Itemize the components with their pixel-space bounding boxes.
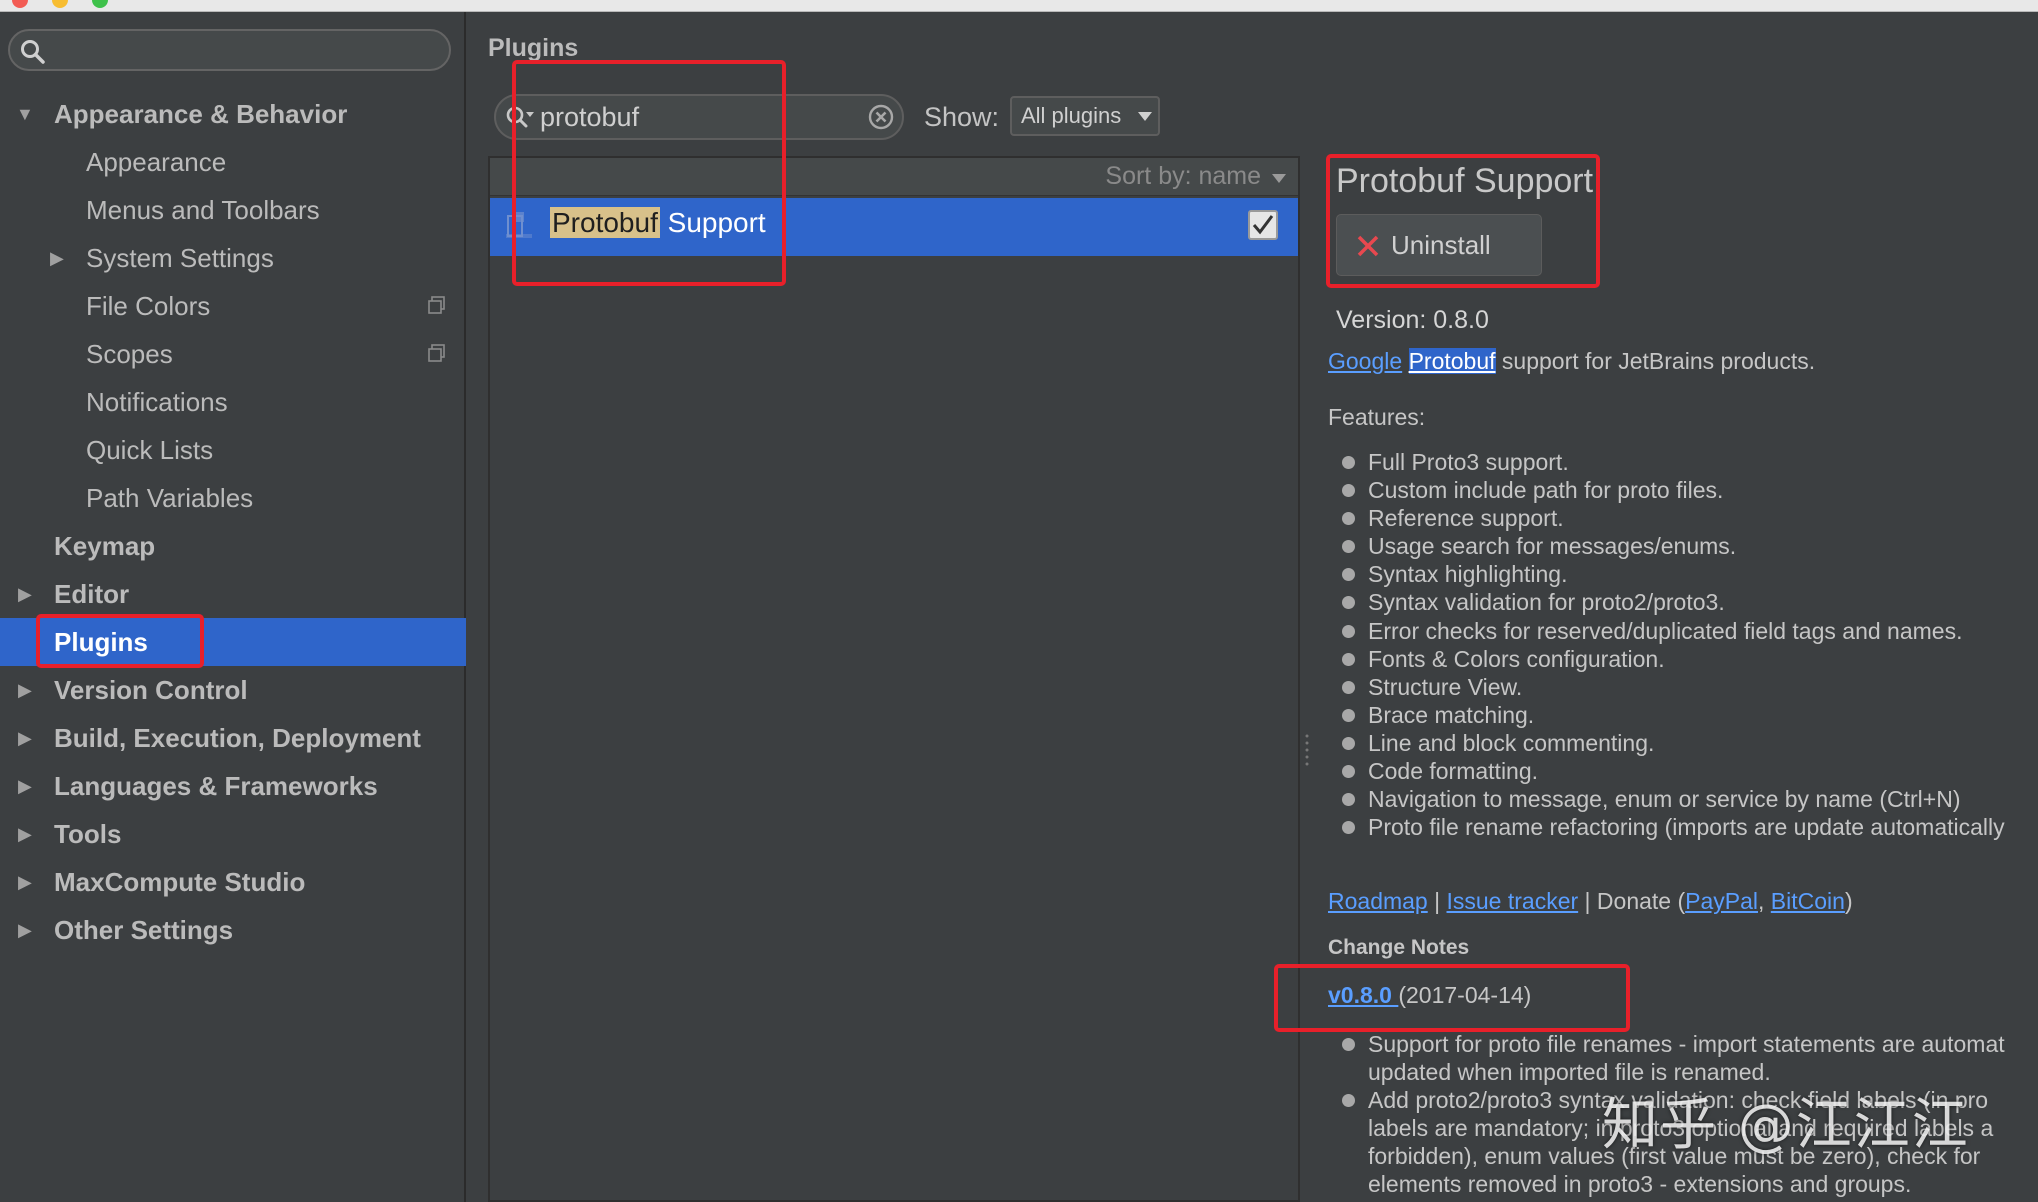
window-titlebar (0, 0, 2038, 12)
list-item: Code formatting. (1342, 757, 2038, 785)
list-item: Fonts & Colors configuration. (1342, 645, 2038, 673)
tree-item-notifications[interactable]: Notifications (0, 378, 466, 426)
show-filter-value: All plugins (1021, 103, 1122, 128)
chevron-down-icon[interactable]: ▼ (16, 90, 34, 138)
zoom-window-button[interactable] (92, 0, 108, 8)
chevron-right-icon[interactable]: ▶ (18, 570, 32, 618)
show-filter-select[interactable]: All plugins (1010, 96, 1160, 136)
settings-search-input[interactable] (8, 29, 451, 71)
tree-item-tools[interactable]: ▶ Tools (0, 810, 466, 858)
google-link[interactable]: Google (1328, 348, 1402, 374)
project-scope-icon (428, 344, 445, 362)
list-item: Syntax validation for proto2/proto3. (1342, 588, 2038, 616)
chevron-right-icon[interactable]: ▶ (18, 666, 32, 714)
settings-sidebar: ▼ Appearance & Behavior Appearance Menus… (0, 12, 466, 1202)
watermark-text: 知乎 @江江江 (1602, 1093, 1970, 1158)
tree-item-menus-toolbars[interactable]: Menus and Toolbars (0, 186, 466, 234)
protobuf-link[interactable]: Protobuf (1408, 348, 1496, 374)
tree-item-build-execution-deployment[interactable]: ▶ Build, Execution, Deployment (0, 714, 466, 762)
plugin-description: Google Protobuf support for JetBrains pr… (1328, 348, 1816, 374)
close-window-button[interactable] (12, 0, 28, 8)
plugin-version: Version: 0.8.0 (1336, 306, 1489, 334)
tree-item-quick-lists[interactable]: Quick Lists (0, 426, 466, 474)
tree-item-version-control[interactable]: ▶ Version Control (0, 666, 466, 714)
list-item: Usage search for messages/enums. (1342, 532, 2038, 560)
tree-item-appearance-behavior[interactable]: ▼ Appearance & Behavior (0, 90, 466, 138)
list-item: Error checks for reserved/duplicated fie… (1342, 617, 2038, 645)
plugin-enabled-checkbox[interactable] (1248, 210, 1278, 240)
list-item: Line and block commenting. (1342, 729, 2038, 757)
project-scope-icon (428, 296, 445, 314)
features-list: Full Proto3 support. Custom include path… (1342, 448, 2038, 841)
chevron-right-icon[interactable]: ▶ (18, 762, 32, 810)
tree-item-appearance[interactable]: Appearance (0, 138, 466, 186)
list-item: Support for proto file renames - import … (1342, 1030, 2038, 1086)
annotation-box-uninstall (1326, 154, 1600, 288)
chevron-down-icon (1272, 174, 1286, 183)
annotation-box-plugins (36, 614, 204, 668)
tree-item-path-variables[interactable]: Path Variables (0, 474, 466, 522)
bitcoin-link[interactable]: BitCoin (1771, 888, 1845, 914)
page-title: Plugins (488, 34, 579, 62)
list-item: Structure View. (1342, 673, 2038, 701)
plugin-links: Roadmap | Issue tracker | Donate (PayPal… (1328, 888, 1853, 914)
list-item: Syntax highlighting. (1342, 560, 2038, 588)
list-item: Navigation to message, enum or service b… (1342, 785, 2038, 813)
chevron-right-icon[interactable]: ▶ (18, 906, 32, 954)
tree-item-keymap[interactable]: Keymap (0, 522, 466, 570)
tree-item-other-settings[interactable]: ▶ Other Settings (0, 906, 466, 954)
annotation-box-search (512, 60, 786, 286)
sort-dropdown[interactable]: Sort by: name (1105, 162, 1286, 191)
tree-item-scopes[interactable]: Scopes (0, 330, 466, 378)
list-item: Full Proto3 support. (1342, 448, 2038, 476)
list-item: Reference support. (1342, 504, 2038, 532)
issue-tracker-link[interactable]: Issue tracker (1447, 888, 1579, 914)
roadmap-link[interactable]: Roadmap (1328, 888, 1428, 914)
panel-splitter-handle[interactable] (1304, 732, 1310, 768)
plugin-detail-panel: Protobuf Support Uninstall Version: 0.8.… (1326, 156, 2038, 1202)
list-item: Brace matching. (1342, 701, 2038, 729)
tree-item-file-colors[interactable]: File Colors (0, 282, 466, 330)
tree-item-languages-frameworks[interactable]: ▶ Languages & Frameworks (0, 762, 466, 810)
chevron-right-icon[interactable]: ▶ (18, 810, 32, 858)
plugin-list: Sort by: name Protobuf Support (488, 156, 1300, 1202)
clear-search-icon[interactable] (868, 104, 894, 130)
tree-item-maxcompute-studio[interactable]: ▶ MaxCompute Studio (0, 858, 466, 906)
paypal-link[interactable]: PayPal (1685, 888, 1758, 914)
search-icon (21, 40, 45, 64)
list-item: Proto file rename refactoring (imports a… (1342, 813, 2038, 841)
chevron-right-icon[interactable]: ▶ (18, 714, 32, 762)
features-heading: Features: (1328, 404, 1426, 430)
show-filter-label: Show: (924, 102, 1000, 132)
change-notes-heading: Change Notes (1328, 936, 1470, 959)
tree-item-system-settings[interactable]: ▶ System Settings (0, 234, 466, 282)
chevron-down-icon (1138, 112, 1152, 121)
annotation-box-version (1274, 964, 1630, 1032)
checkmark-icon (1252, 215, 1274, 235)
tree-item-editor[interactable]: ▶ Editor (0, 570, 466, 618)
list-item: Custom include path for proto files. (1342, 476, 2038, 504)
chevron-right-icon[interactable]: ▶ (50, 234, 64, 282)
chevron-right-icon[interactable]: ▶ (18, 858, 32, 906)
settings-tree: ▼ Appearance & Behavior Appearance Menus… (0, 90, 466, 954)
minimize-window-button[interactable] (52, 0, 68, 8)
